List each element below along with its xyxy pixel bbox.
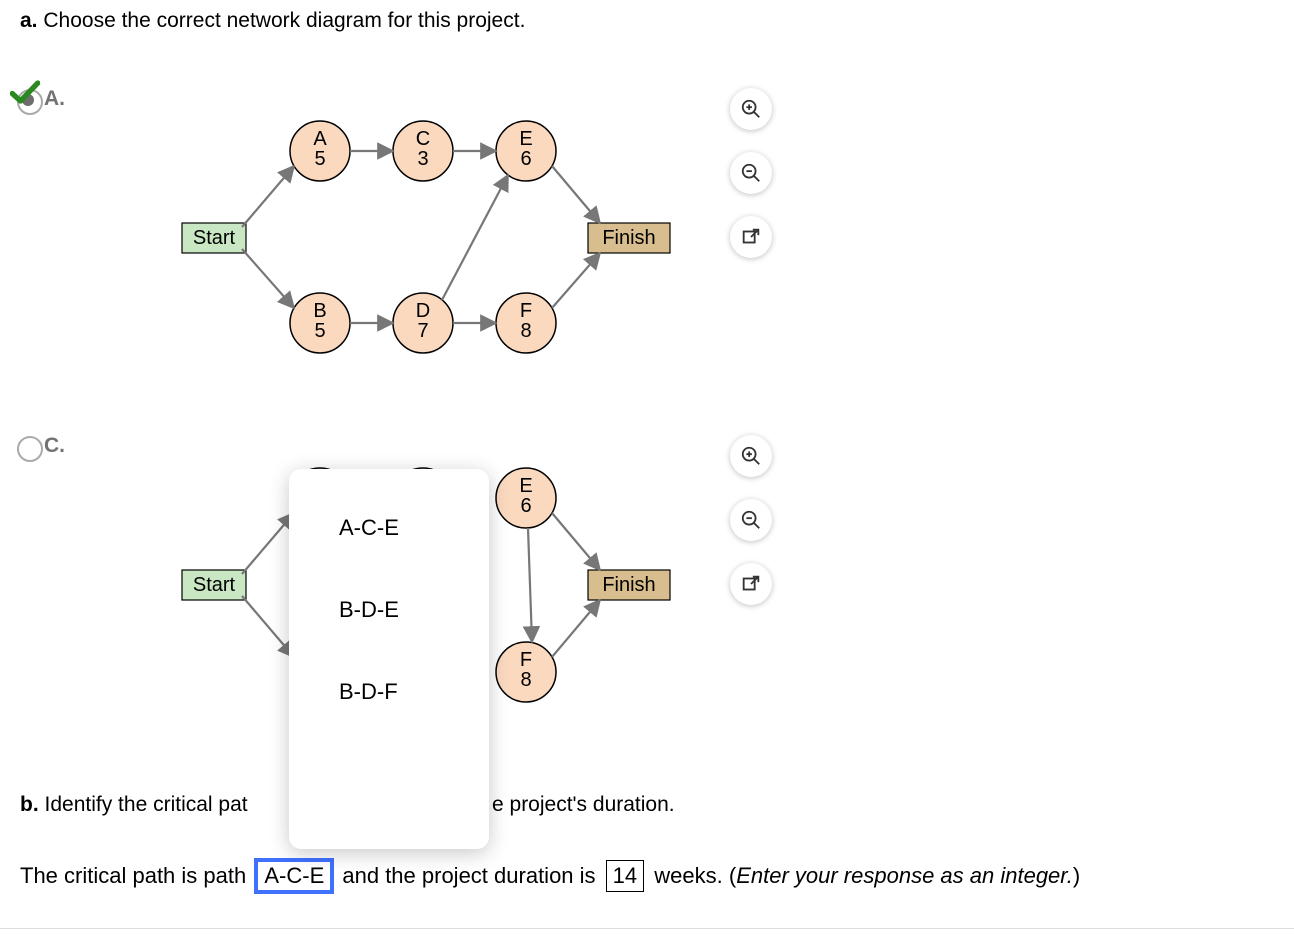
option-c-label: C. [44,434,65,458]
svg-text:F: F [520,300,532,322]
zoom-in-button[interactable] [730,88,772,130]
correct-check-icon [10,80,40,104]
svg-text:8: 8 [520,320,531,342]
option-a-label: A. [44,87,65,111]
svg-text:E: E [519,128,532,150]
divider [0,928,1294,929]
option-c-radio[interactable] [17,436,43,462]
popout-icon [740,226,762,248]
popout-button[interactable] [730,563,772,605]
svg-text:5: 5 [314,320,325,342]
svg-text:A: A [313,128,327,150]
svg-text:Start: Start [193,574,236,596]
popout-button[interactable] [730,216,772,258]
svg-text:B: B [313,300,326,322]
answer-text-3: weeks. ( [654,863,736,888]
critical-path-dropdown[interactable]: A-C-E B-D-E B-D-F [289,469,489,849]
zoom-out-icon [740,509,762,531]
question-b-suffix: e project's duration. [492,793,675,817]
question-a-label: a. [20,9,38,32]
svg-text:3: 3 [417,148,428,170]
svg-text:6: 6 [520,148,531,170]
answer-hint: Enter your response as an integer. [736,863,1073,888]
zoom-in-button[interactable] [730,435,772,477]
svg-text:6: 6 [520,495,531,517]
critical-path-select[interactable]: A-C-E [254,858,334,894]
duration-input[interactable]: 14 [606,860,644,892]
svg-text:E: E [519,475,532,497]
dropdown-option[interactable]: A-C-E [289,487,489,569]
popout-icon [740,573,762,595]
diagram-finish: Finish [602,227,655,249]
answer-text-1: The critical path is path [20,863,246,888]
zoom-out-button[interactable] [730,152,772,194]
diagram-start: Start [193,227,236,249]
dropdown-option[interactable]: B-D-F [289,651,489,733]
svg-text:C: C [416,128,430,150]
svg-text:F: F [520,649,532,671]
zoom-in-icon [740,98,762,120]
answer-text-2: and the project duration is [342,863,595,888]
question-a-text: Choose the correct network diagram for t… [43,9,525,32]
svg-text:5: 5 [314,148,325,170]
zoom-out-button[interactable] [730,499,772,541]
zoom-out-icon [740,162,762,184]
answer-text-4: ) [1073,863,1080,888]
svg-text:8: 8 [520,669,531,691]
diagram-option-a: Start Finish A5 C3 E6 B5 D7 F8 [170,95,790,381]
svg-text:D: D [416,300,430,322]
question-b-label: b. [20,793,39,816]
svg-text:7: 7 [417,320,428,342]
zoom-in-icon [740,445,762,467]
question-b-prefix: Identify the critical pat [45,793,248,816]
svg-text:Finish: Finish [602,574,655,596]
dropdown-option[interactable]: B-D-E [289,569,489,651]
